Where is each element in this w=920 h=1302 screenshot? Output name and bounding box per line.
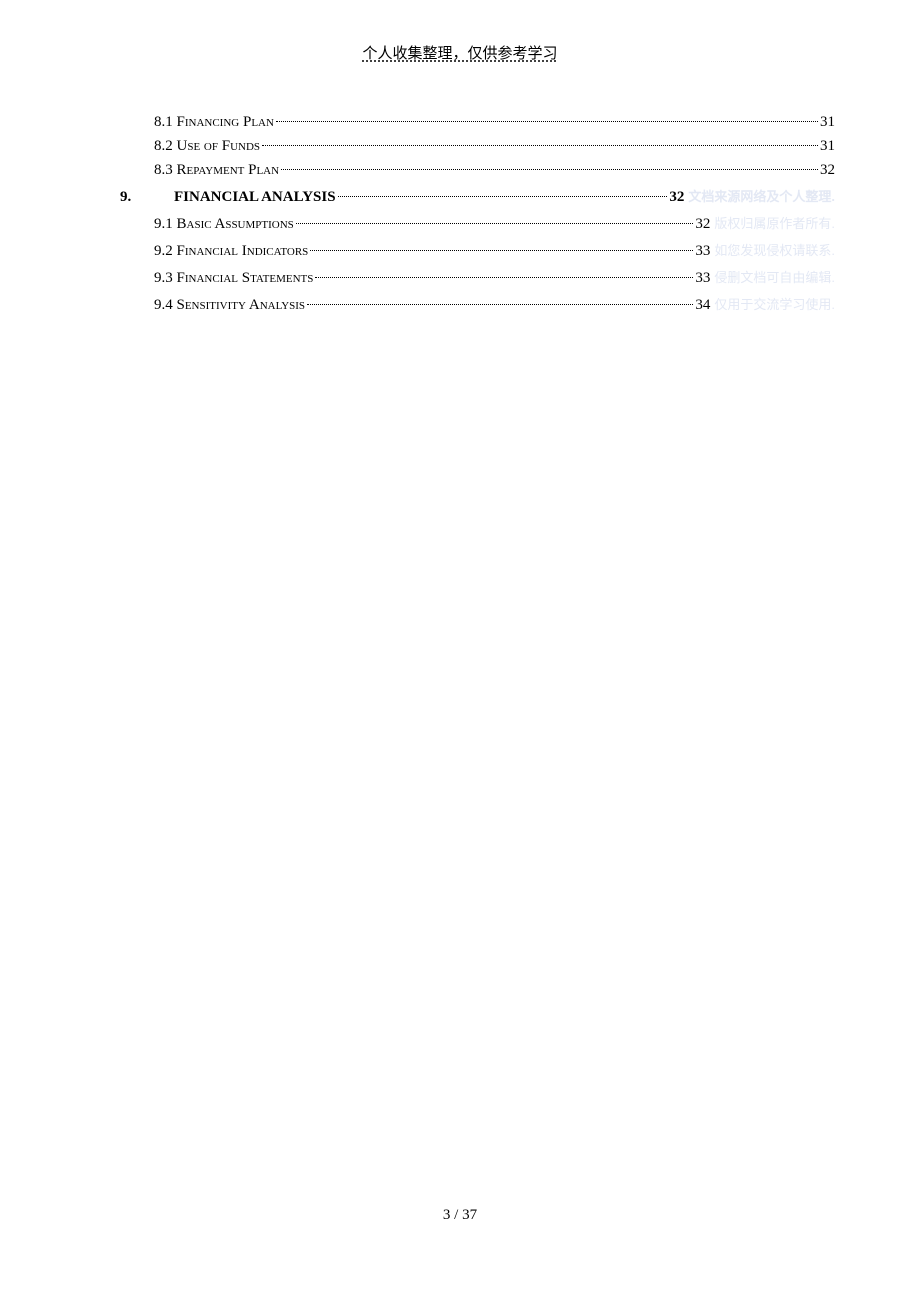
toc-leader-dots xyxy=(281,169,818,170)
toc-label: 8.1 Financing Plan xyxy=(154,114,274,131)
toc-label: 8.2 Use of Funds xyxy=(154,138,260,155)
toc-label: 9.3 Financial Statements xyxy=(154,270,313,287)
page-header: 个人收集整理，仅供参考学习 xyxy=(0,0,920,63)
toc-entry: 8.3 Repayment Plan 32 xyxy=(120,162,835,179)
watermark-annotation: 仅用于交流学习使用. xyxy=(710,294,835,313)
watermark-annotation: 侵删文档可自由编辑. xyxy=(710,267,835,286)
watermark-annotation: 版权归属原作者所有. xyxy=(710,213,835,232)
section-page: 32 xyxy=(669,189,684,206)
toc-label: 8.3 Repayment Plan xyxy=(154,162,279,179)
toc-entry: 8.2 Use of Funds 31 xyxy=(120,138,835,155)
toc-leader-dots xyxy=(310,250,693,251)
toc-entry: 9.4 Sensitivity Analysis 34 仅用于交流学习使用. xyxy=(120,294,835,314)
toc-leader-dots xyxy=(307,304,693,305)
page-total: 37 xyxy=(462,1207,477,1223)
toc-content: 8.1 Financing Plan 31 8.2 Use of Funds 3… xyxy=(120,114,835,321)
toc-leader-dots xyxy=(315,277,693,278)
page-footer: 3 / 37 xyxy=(0,1207,920,1224)
toc-leader-dots xyxy=(338,196,668,197)
toc-entry: 9.1 Basic Assumptions 32 版权归属原作者所有. xyxy=(120,213,835,233)
toc-entry: 9.3 Financial Statements 33 侵删文档可自由编辑. xyxy=(120,267,835,287)
toc-page: 33 xyxy=(695,270,710,287)
toc-label: 9.1 Basic Assumptions xyxy=(154,216,294,233)
toc-page: 32 xyxy=(820,162,835,179)
watermark-annotation: 文档来源网络及个人整理. xyxy=(684,186,835,205)
toc-entry: 9.2 Financial Indicators 33 如您发现侵权请联系. xyxy=(120,240,835,260)
toc-label: 9.2 Financial Indicators xyxy=(154,243,308,260)
toc-leader-dots xyxy=(262,145,818,146)
page-separator: / xyxy=(450,1207,462,1223)
toc-leader-dots xyxy=(276,121,818,122)
toc-page: 33 xyxy=(695,243,710,260)
section-title: FINANCIAL ANALYSIS xyxy=(174,189,336,206)
toc-page: 32 xyxy=(695,216,710,233)
toc-page: 31 xyxy=(820,114,835,131)
section-number: 9. xyxy=(120,189,174,206)
toc-label: 9.4 Sensitivity Analysis xyxy=(154,297,305,314)
toc-section: 9. FINANCIAL ANALYSIS 32 文档来源网络及个人整理. xyxy=(120,186,835,206)
toc-entry: 8.1 Financing Plan 31 xyxy=(120,114,835,131)
toc-page: 31 xyxy=(820,138,835,155)
toc-page: 34 xyxy=(695,297,710,314)
toc-leader-dots xyxy=(296,223,694,224)
watermark-annotation: 如您发现侵权请联系. xyxy=(710,240,835,259)
header-text: 个人收集整理，仅供参考学习 xyxy=(362,46,557,62)
